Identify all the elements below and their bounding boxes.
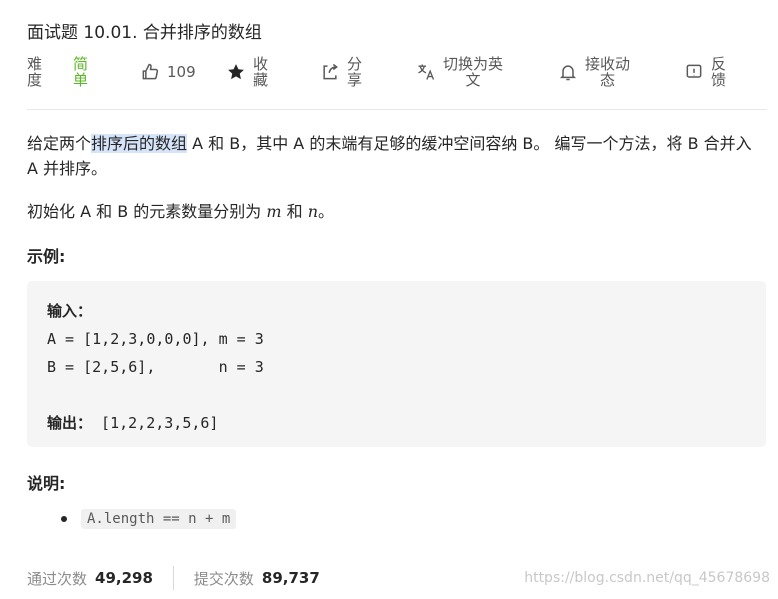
example-heading: 示例: — [27, 247, 66, 266]
meta-bar: 难度 简单 109 收藏 分享 切换为英 文 接收动 态 反 馈 — [27, 54, 767, 94]
selected-text: 排序后的数组 — [91, 134, 188, 153]
translate-icon — [415, 61, 437, 83]
like-button[interactable]: 109 — [139, 54, 196, 90]
example-code: 输入： A = [1,2,3,0,0,0], m = 3 B = [2,5,6]… — [47, 302, 264, 432]
star-icon — [225, 61, 247, 83]
notes-heading: 说明: — [27, 474, 66, 493]
list-bullet — [61, 516, 67, 522]
feedback-icon — [683, 61, 705, 83]
passed-count: 49,298 — [95, 569, 153, 587]
note-item-code: A.length == n + m — [81, 509, 237, 529]
watermark: https://blog.csdn.net/qq_45678698 — [524, 570, 770, 586]
difficulty-value: 简单 — [73, 55, 89, 89]
submitted-label: 提交次数 — [193, 569, 254, 588]
description-paragraph-2: 初始化 A 和 B 的元素数量分别为 m 和 n。 — [27, 202, 335, 221]
share-button[interactable]: 分享 — [319, 54, 362, 90]
stats-separator — [172, 566, 174, 590]
share-icon — [319, 61, 341, 83]
description-paragraph-1: 给定两个排序后的数组 A 和 B，其中 A 的末端有足够的缓冲空间容纳 B。 编… — [27, 134, 752, 178]
favorite-button[interactable]: 收藏 — [225, 54, 268, 90]
problem-title: 面试题 10.01. 合并排序的数组 — [27, 23, 262, 43]
switch-language-button[interactable]: 切换为英文 — [415, 54, 503, 90]
bell-icon — [557, 61, 579, 83]
submission-stats: 通过次数 49,298 提交次数 89,737 — [27, 566, 320, 590]
passed-label: 通过次数 — [27, 569, 88, 588]
divider — [27, 109, 767, 110]
subscribe-activity-button[interactable]: 接收动态 — [557, 54, 630, 90]
thumbs-up-icon — [139, 61, 161, 83]
feedback-button[interactable]: 反馈 — [683, 54, 726, 90]
example-code-block: 输入： A = [1,2,3,0,0,0], m = 3 B = [2,5,6]… — [27, 281, 766, 447]
difficulty-label: 难度 — [27, 55, 43, 89]
like-count: 109 — [167, 63, 196, 81]
submitted-count: 89,737 — [261, 569, 320, 587]
